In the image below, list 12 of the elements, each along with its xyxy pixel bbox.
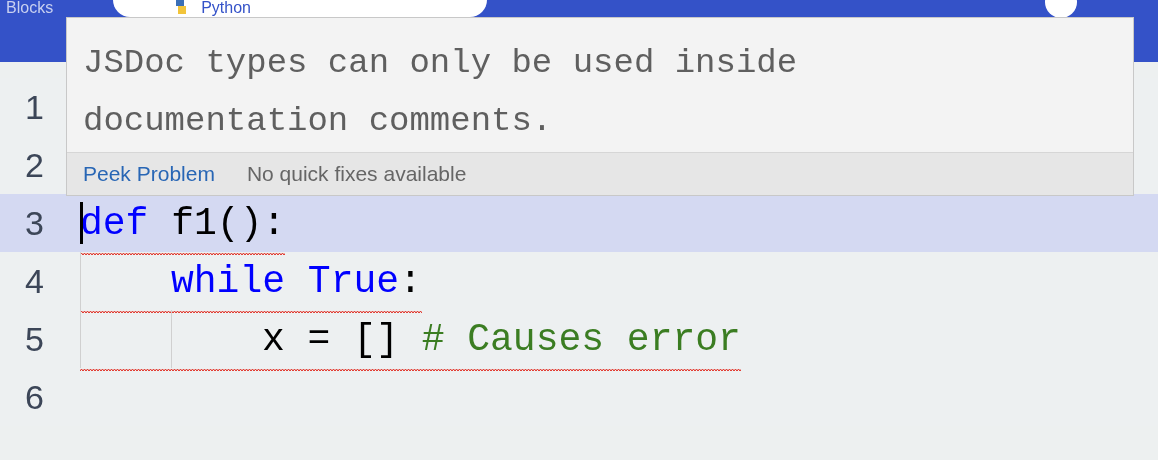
line-number: 4 [24,260,44,302]
quick-fix-status: No quick fixes available [246,161,467,188]
line-number: 3 [24,202,44,244]
problem-message: JSDoc types can only be used inside documentation comments. [82,43,799,142]
language-tab[interactable]: Python [113,0,488,17]
line-number: 6 [24,376,44,418]
line-number: 1 [24,86,44,128]
mode-tab[interactable]: Blocks [6,0,54,16]
line-number: 5 [24,318,44,360]
text-cursor [80,202,83,244]
line-number: 2 [24,144,44,186]
peek-problem-link[interactable]: Peek Problem [83,158,215,190]
